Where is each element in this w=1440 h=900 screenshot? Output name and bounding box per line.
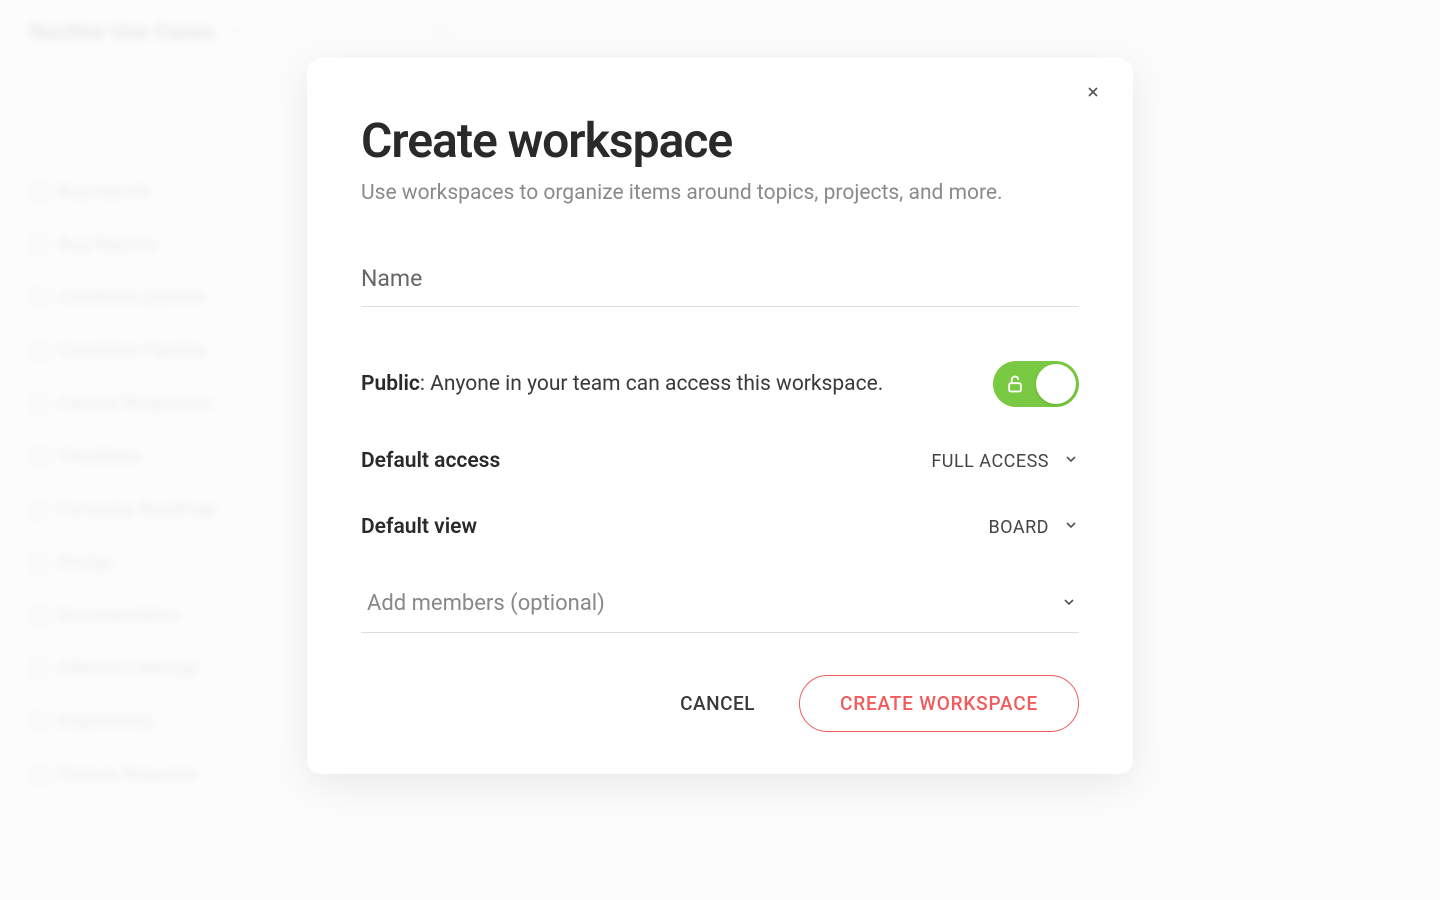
default-access-label: Default access	[361, 449, 500, 473]
close-button[interactable]	[1077, 78, 1109, 110]
cancel-button[interactable]: CANCEL	[680, 692, 755, 715]
create-workspace-button[interactable]: CREATE WORKSPACE	[799, 675, 1079, 732]
create-workspace-modal: Create workspace Use workspaces to organ…	[307, 58, 1133, 774]
public-toggle[interactable]	[993, 361, 1079, 407]
default-view-label: Default view	[361, 515, 477, 539]
default-view-dropdown[interactable]: BOARD	[988, 517, 1079, 538]
add-members-placeholder: Add members (optional)	[367, 591, 605, 616]
workspace-name-input[interactable]	[361, 259, 1079, 307]
chevron-down-icon	[1063, 517, 1079, 537]
default-access-row: Default access FULL ACCESS	[361, 449, 1079, 473]
toggle-knob	[1036, 364, 1076, 404]
public-row: Public: Anyone in your team can access t…	[361, 361, 1079, 407]
chevron-down-icon	[1061, 594, 1077, 614]
default-access-value: FULL ACCESS	[931, 451, 1049, 472]
default-view-value: BOARD	[988, 517, 1049, 538]
add-members-field[interactable]: Add members (optional)	[361, 581, 1079, 633]
modal-actions: CANCEL CREATE WORKSPACE	[361, 675, 1079, 732]
unlock-icon	[1005, 374, 1025, 394]
public-description: : Anyone in your team can access this wo…	[420, 372, 883, 396]
close-icon	[1085, 83, 1101, 106]
chevron-down-icon	[1063, 451, 1079, 471]
public-text: Public: Anyone in your team can access t…	[361, 372, 883, 396]
default-access-dropdown[interactable]: FULL ACCESS	[931, 451, 1079, 472]
public-label: Public	[361, 372, 420, 396]
modal-title: Create workspace	[361, 112, 1079, 169]
modal-subtitle: Use workspaces to organize items around …	[361, 181, 1079, 205]
default-view-row: Default view BOARD	[361, 515, 1079, 539]
